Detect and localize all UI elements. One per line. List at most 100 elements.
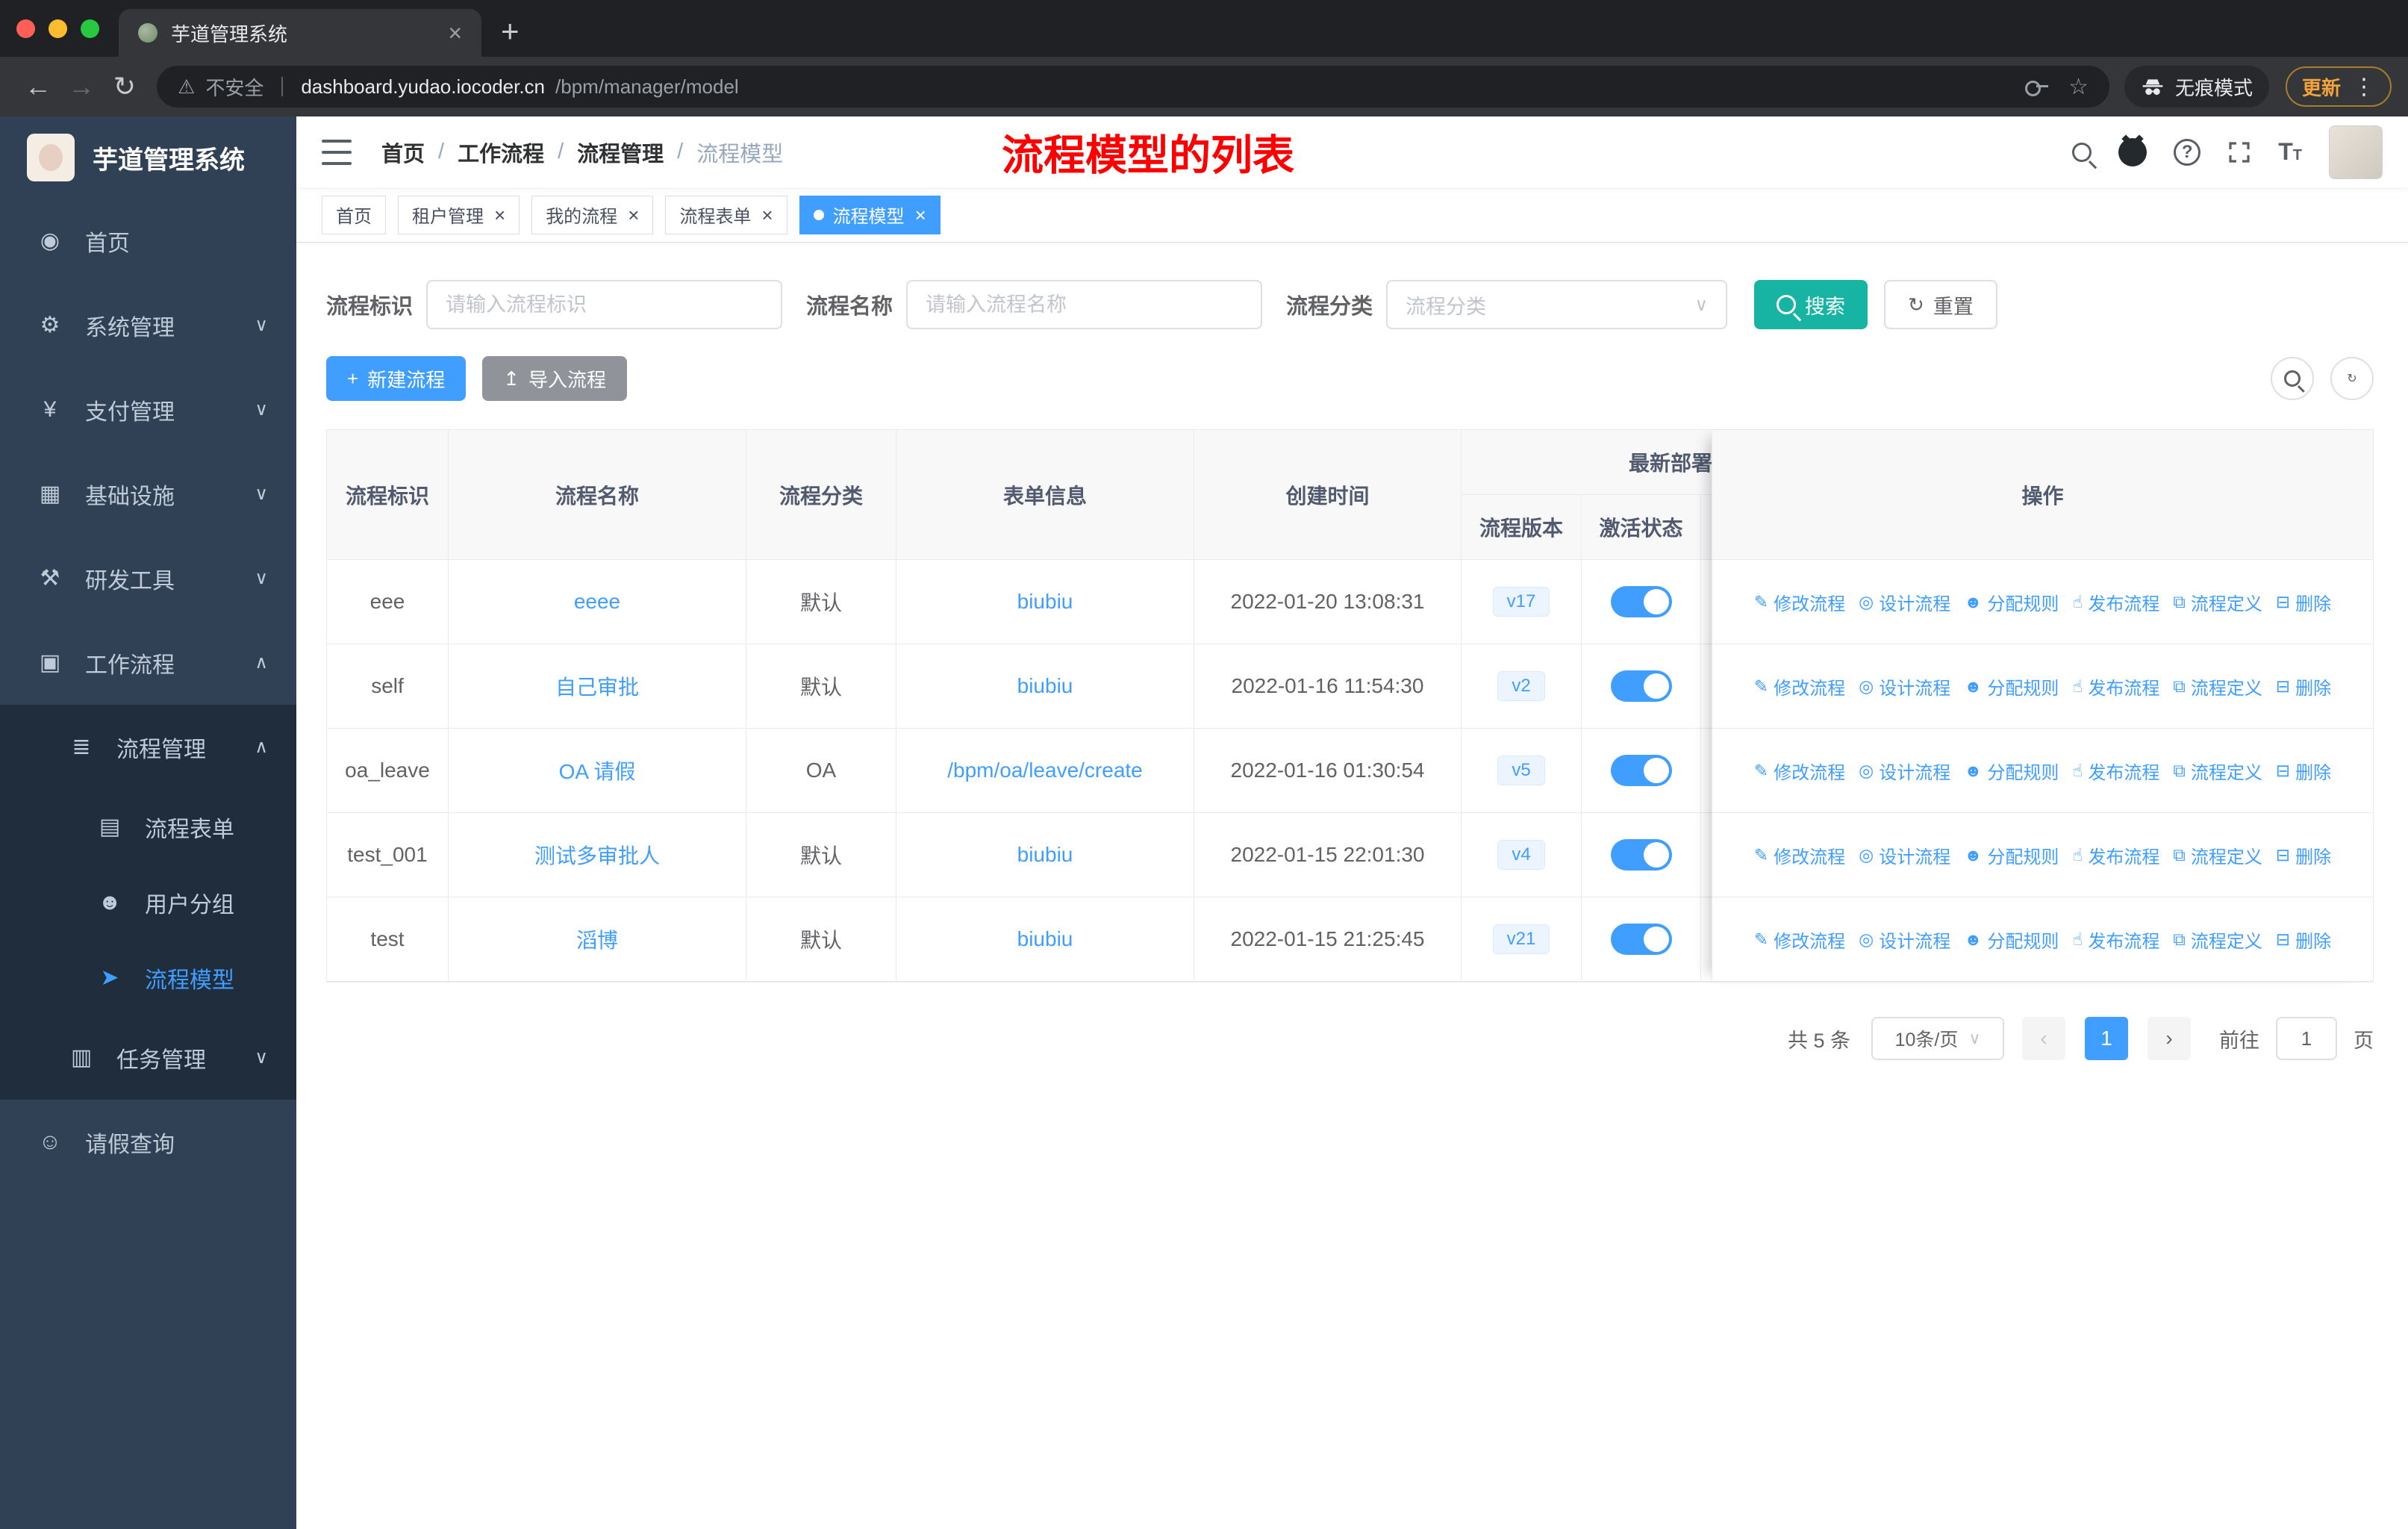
user-avatar[interactable] xyxy=(2329,125,2383,179)
breadcrumb-process-management[interactable]: 流程管理 xyxy=(577,137,664,168)
browser-tab[interactable]: 芋道管理系统 × xyxy=(119,9,481,57)
sidebar-item-process-model[interactable]: ➤ 流程模型 xyxy=(0,940,296,1015)
back-icon[interactable]: ← xyxy=(16,71,60,102)
delete-link[interactable]: ⊟ 删除 xyxy=(2276,927,2331,953)
password-key-icon[interactable] xyxy=(2025,81,2049,96)
import-process-button[interactable]: ↥ 导入流程 xyxy=(482,356,628,401)
sidebar-item-user-group[interactable]: ☻ 用户分组 xyxy=(0,865,296,940)
forward-icon[interactable]: → xyxy=(60,71,103,102)
sidebar-item-infrastructure[interactable]: ▦ 基础设施 ∨ xyxy=(0,452,296,536)
update-label[interactable]: 更新 xyxy=(2302,73,2341,101)
assign-rule-link[interactable]: ☻ 分配规则 xyxy=(1964,927,2059,953)
close-icon[interactable]: × xyxy=(915,205,926,225)
prev-page-button[interactable]: ‹ xyxy=(2022,1017,2065,1060)
delete-link[interactable]: ⊟ 删除 xyxy=(2276,758,2331,784)
process-name-link[interactable]: OA 请假 xyxy=(449,729,746,813)
breadcrumb-workflow[interactable]: 工作流程 xyxy=(458,137,544,168)
help-icon[interactable]: ? xyxy=(2174,138,2201,166)
breadcrumb-home[interactable]: 首页 xyxy=(381,137,425,168)
sidebar-item-process-management[interactable]: ≣ 流程管理 ∧ xyxy=(0,705,296,789)
publish-process-link[interactable]: ☝ 发布流程 xyxy=(2072,842,2159,868)
publish-process-link[interactable]: ☝ 发布流程 xyxy=(2072,927,2159,953)
search-icon[interactable] xyxy=(2072,142,2092,162)
publish-process-link[interactable]: ☝ 发布流程 xyxy=(2072,758,2159,784)
edit-process-link[interactable]: ✎ 修改流程 xyxy=(1754,927,1845,953)
create-process-button[interactable]: + 新建流程 xyxy=(326,356,467,401)
window-zoom-button[interactable] xyxy=(81,19,99,38)
edit-process-link[interactable]: ✎ 修改流程 xyxy=(1754,673,1845,700)
process-definition-link[interactable]: ⧉ 流程定义 xyxy=(2173,842,2262,868)
publish-process-link[interactable]: ☝ 发布流程 xyxy=(2072,589,2159,615)
active-toggle[interactable] xyxy=(1610,924,1672,955)
sidebar-item-process-form[interactable]: ▤ 流程表单 xyxy=(0,789,296,865)
new-tab-button[interactable]: + xyxy=(501,13,520,57)
process-name-link[interactable]: 滔博 xyxy=(449,897,746,982)
design-process-link[interactable]: ◎ 设计流程 xyxy=(1859,842,1950,868)
process-name-link[interactable]: 测试多审批人 xyxy=(449,813,746,897)
tab-close-icon[interactable]: × xyxy=(448,21,462,45)
sidebar-item-home[interactable]: ◉ 首页 xyxy=(0,199,296,283)
sidebar-item-dev-tools[interactable]: ⚒ 研发工具 ∨ xyxy=(0,536,296,620)
chrome-update-button[interactable]: 更新 ⋮ xyxy=(2285,66,2392,107)
sidebar-item-system-management[interactable]: ⚙ 系统管理 ∨ xyxy=(0,283,296,367)
delete-link[interactable]: ⊟ 删除 xyxy=(2276,673,2331,700)
tag-process-form[interactable]: 流程表单 × xyxy=(665,195,787,234)
tag-home[interactable]: 首页 xyxy=(322,195,386,234)
font-size-icon[interactable]: TT xyxy=(2278,138,2302,166)
process-definition-link[interactable]: ⧉ 流程定义 xyxy=(2173,673,2262,700)
url-bar[interactable]: ⚠ 不安全 dashboard.yudao.iocoder.cn /bpm/ma… xyxy=(157,66,2109,108)
bookmark-star-icon[interactable]: ☆ xyxy=(2068,74,2089,100)
tag-my-process[interactable]: 我的流程 × xyxy=(531,195,654,234)
design-process-link[interactable]: ◎ 设计流程 xyxy=(1859,927,1950,953)
security-label[interactable]: 不安全 xyxy=(205,73,263,101)
active-toggle[interactable] xyxy=(1610,755,1672,786)
design-process-link[interactable]: ◎ 设计流程 xyxy=(1859,589,1950,615)
edit-process-link[interactable]: ✎ 修改流程 xyxy=(1754,758,1845,784)
process-definition-link[interactable]: ⧉ 流程定义 xyxy=(2173,927,2262,953)
assign-rule-link[interactable]: ☻ 分配规则 xyxy=(1964,673,2059,700)
reset-button[interactable]: ↻ 重置 xyxy=(1884,280,1997,329)
browser-menu-icon[interactable]: ⋮ xyxy=(2353,74,2375,100)
form-info-link[interactable]: biubiu xyxy=(896,897,1194,982)
process-category-select[interactable]: 流程分类 ∨ xyxy=(1386,280,1728,329)
close-icon[interactable]: × xyxy=(494,205,505,225)
sidebar-item-task-management[interactable]: ▥ 任务管理 ∨ xyxy=(0,1015,296,1100)
sidebar-item-payment-management[interactable]: ¥ 支付管理 ∨ xyxy=(0,367,296,452)
page-1-button[interactable]: 1 xyxy=(2085,1017,2128,1060)
edit-process-link[interactable]: ✎ 修改流程 xyxy=(1754,842,1845,868)
process-name-link[interactable]: eeee xyxy=(449,560,746,644)
publish-process-link[interactable]: ☝ 发布流程 xyxy=(2072,673,2159,700)
process-definition-link[interactable]: ⧉ 流程定义 xyxy=(2173,589,2262,615)
hamburger-icon[interactable] xyxy=(322,139,352,165)
page-size-select[interactable]: 10条/页 ∨ xyxy=(1871,1017,2004,1060)
close-icon[interactable]: × xyxy=(761,205,773,225)
design-process-link[interactable]: ◎ 设计流程 xyxy=(1859,758,1950,784)
process-name-input[interactable] xyxy=(906,280,1263,329)
toggle-search-button[interactable] xyxy=(2271,357,2314,400)
tag-tenant-management[interactable]: 租户管理 × xyxy=(398,195,520,234)
reload-icon[interactable]: ↻ xyxy=(103,71,146,102)
active-toggle[interactable] xyxy=(1610,670,1672,702)
process-id-input[interactable] xyxy=(426,280,783,329)
form-info-link[interactable]: biubiu xyxy=(896,644,1194,729)
next-page-button[interactable]: › xyxy=(2147,1017,2191,1060)
active-toggle[interactable] xyxy=(1610,839,1672,871)
window-minimize-button[interactable] xyxy=(49,19,67,38)
active-toggle[interactable] xyxy=(1610,586,1672,617)
edit-process-link[interactable]: ✎ 修改流程 xyxy=(1754,589,1845,615)
form-info-link[interactable]: biubiu xyxy=(896,813,1194,897)
github-icon[interactable] xyxy=(2118,137,2147,166)
process-name-link[interactable]: 自己审批 xyxy=(449,644,746,729)
assign-rule-link[interactable]: ☻ 分配规则 xyxy=(1964,842,2059,868)
tag-process-model[interactable]: 流程模型 × xyxy=(799,195,941,234)
window-close-button[interactable] xyxy=(16,19,35,38)
assign-rule-link[interactable]: ☻ 分配规则 xyxy=(1964,589,2059,615)
sidebar-item-workflow[interactable]: ▣ 工作流程 ∧ xyxy=(0,620,296,705)
delete-link[interactable]: ⊟ 删除 xyxy=(2276,589,2331,615)
goto-page-input[interactable] xyxy=(2276,1017,2337,1060)
process-definition-link[interactable]: ⧉ 流程定义 xyxy=(2173,758,2262,784)
assign-rule-link[interactable]: ☻ 分配规则 xyxy=(1964,758,2059,784)
design-process-link[interactable]: ◎ 设计流程 xyxy=(1859,673,1950,700)
form-info-link[interactable]: /bpm/oa/leave/create xyxy=(896,729,1194,813)
delete-link[interactable]: ⊟ 删除 xyxy=(2276,842,2331,868)
